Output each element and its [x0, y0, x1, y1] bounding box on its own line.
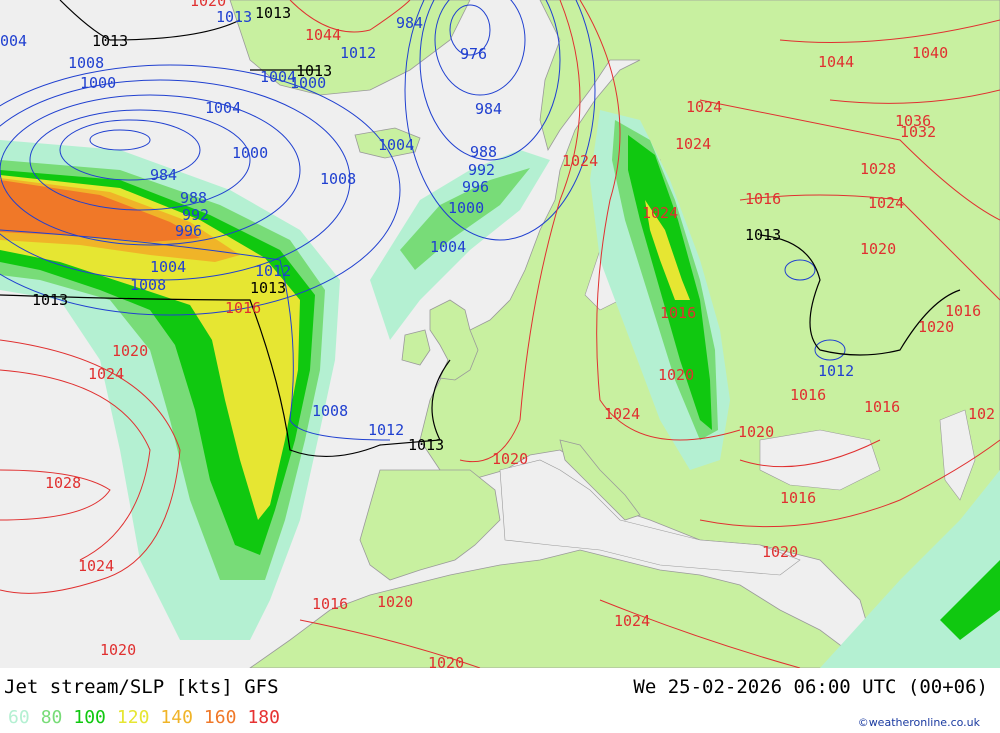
label-blue: 992 — [468, 161, 495, 179]
legend-item-100: 100 — [73, 707, 106, 728]
label-red: 1020 — [762, 543, 798, 561]
label-red: 1024 — [562, 152, 598, 170]
label-red: 1016 — [660, 304, 696, 322]
land-layer — [229, 0, 1000, 668]
weather-map: 004 1008 1000 1004 1000 984 988 992 996 … — [0, 0, 1000, 668]
label-blue: 1008 — [312, 402, 348, 420]
label-red: 1024 — [642, 204, 678, 222]
label-black: 1013 — [408, 436, 444, 454]
label-red: 1024 — [686, 98, 722, 116]
label-blue: 984 — [150, 166, 177, 184]
label-blue: 996 — [175, 222, 202, 240]
map-svg: 004 1008 1000 1004 1000 984 988 992 996 … — [0, 0, 1000, 668]
label-red: 1036 — [895, 112, 931, 130]
label-red: 1016 — [790, 386, 826, 404]
wind-speed-legend: 60 80 100 120 140 160 180 — [8, 707, 280, 728]
label-blue: 1012 — [340, 44, 376, 62]
label-red: 1020 — [738, 423, 774, 441]
label-blue: 976 — [460, 45, 487, 63]
label-red: 1024 — [604, 405, 640, 423]
label-red: 1016 — [864, 398, 900, 416]
label-red: 1016 — [945, 302, 981, 320]
label-blue: 988 — [180, 189, 207, 207]
label-blue: 004 — [0, 32, 27, 50]
map-title: Jet stream/SLP [kts] GFS — [4, 676, 279, 698]
label-red: 1020 — [492, 450, 528, 468]
label-red: 1024 — [614, 612, 650, 630]
label-black: 1013 — [92, 32, 128, 50]
label-red: 1020 — [100, 641, 136, 659]
label-blue: 984 — [396, 14, 423, 32]
land-iberia — [359, 469, 501, 581]
label-black: 1013 — [32, 291, 68, 309]
forecast-datetime: We 25-02-2026 06:00 UTC (00+06) — [633, 676, 988, 698]
label-red: 1020 — [377, 593, 413, 611]
label-blue: 1008 — [130, 276, 166, 294]
label-red: 1044 — [818, 53, 854, 71]
land-britain — [429, 299, 479, 381]
credit-link[interactable]: ©weatheronline.co.uk — [858, 716, 980, 729]
label-red: 1020 — [918, 318, 954, 336]
label-blue: 988 — [470, 143, 497, 161]
label-red: 1016 — [745, 190, 781, 208]
label-blue: 1004 — [150, 258, 186, 276]
label-red: 1020 — [112, 342, 148, 360]
label-blue: 1012 — [255, 262, 291, 280]
label-red: 1028 — [860, 160, 896, 178]
legend-item-120: 120 — [116, 707, 150, 728]
label-blue: 1008 — [68, 54, 104, 72]
label-red: 1016 — [312, 595, 348, 613]
legend-item-140: 140 — [160, 707, 193, 728]
label-red: 1044 — [305, 26, 341, 44]
legend-item-180: 180 — [247, 707, 280, 728]
label-blue: 1012 — [368, 421, 404, 439]
label-black: 1013 — [745, 226, 781, 244]
label-red: 1028 — [45, 474, 81, 492]
label-black: 1013 — [296, 62, 332, 80]
label-blue: 1000 — [80, 74, 116, 92]
label-red: 1024 — [868, 194, 904, 212]
label-blue: 1013 — [216, 8, 252, 26]
label-black: 1013 — [255, 4, 291, 22]
label-blue: 1000 — [448, 199, 484, 217]
label-red: 1020 — [860, 240, 896, 258]
label-red: 1016 — [225, 299, 261, 317]
label-black: 1013 — [250, 279, 286, 297]
label-red: 1024 — [675, 135, 711, 153]
label-blue: 1004 — [378, 136, 414, 154]
label-blue: 1004 — [430, 238, 466, 256]
label-red: 1024 — [78, 557, 114, 575]
label-red: 1020 — [190, 0, 226, 10]
label-red: 1040 — [912, 44, 948, 62]
label-blue: 1008 — [320, 170, 356, 188]
label-red: 1024 — [88, 365, 124, 383]
label-blue: 996 — [462, 178, 489, 196]
label-blue: 1004 — [205, 99, 241, 117]
label-red: 1016 — [780, 489, 816, 507]
label-red: 1020 — [658, 366, 694, 384]
label-red: 102 — [968, 405, 995, 423]
land-ireland — [401, 329, 431, 366]
label-blue: 984 — [475, 100, 502, 118]
label-blue: 1000 — [232, 144, 268, 162]
label-blue: 1004 — [260, 68, 296, 86]
legend-item-80: 80 — [40, 707, 63, 728]
label-red: 1020 — [428, 654, 464, 668]
legend-item-160: 160 — [203, 707, 237, 728]
label-blue: 1012 — [818, 362, 854, 380]
legend-item-60: 60 — [8, 707, 30, 728]
